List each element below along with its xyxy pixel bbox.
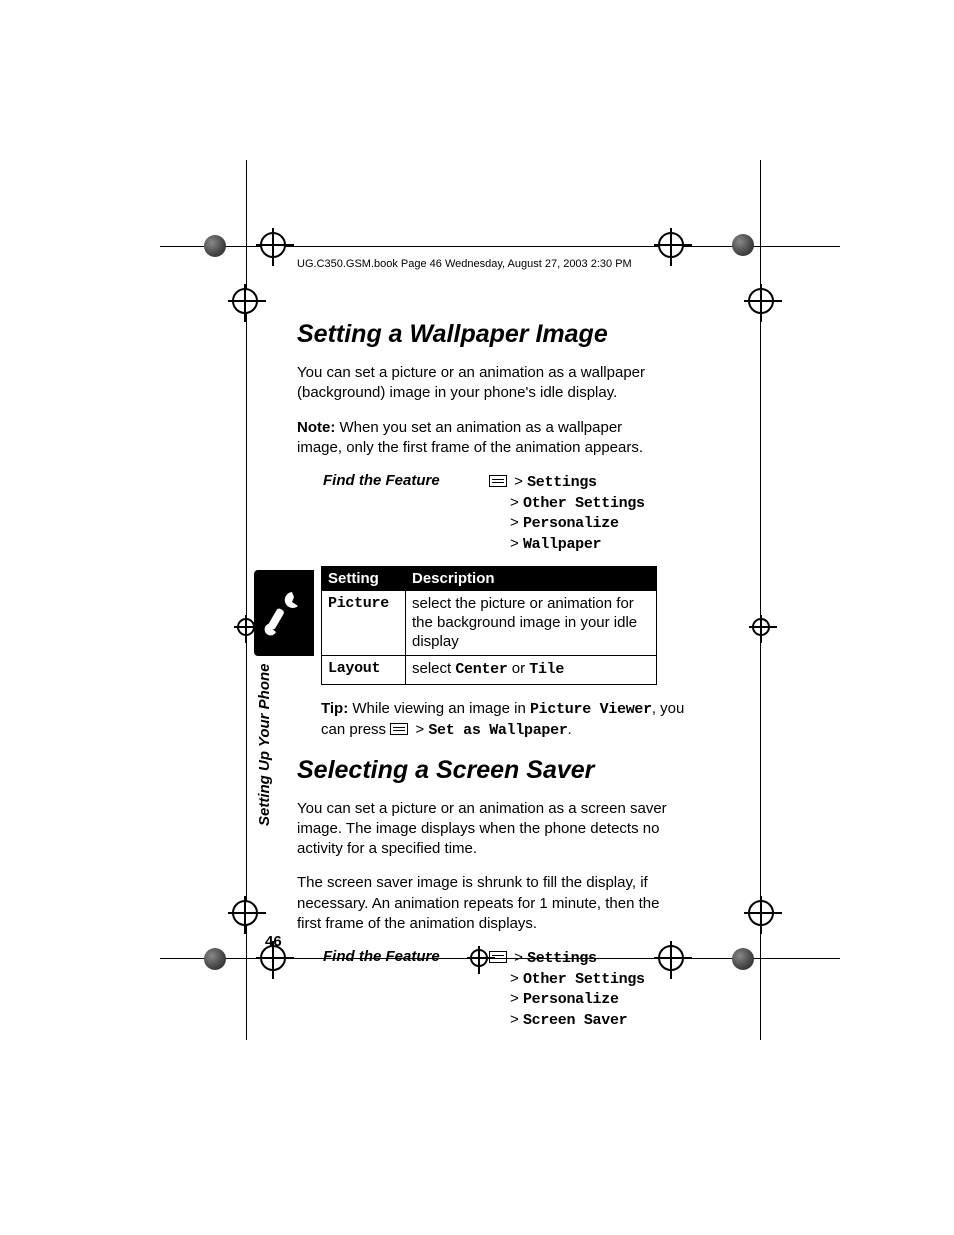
registration-mark bbox=[237, 618, 255, 636]
registration-mark bbox=[232, 288, 258, 314]
find-feature-label: Find the Feature bbox=[323, 472, 489, 489]
cell-setting: Picture bbox=[322, 591, 406, 656]
page: UG.C350.GSM.book Page 46 Wednesday, Augu… bbox=[0, 0, 954, 1235]
th-setting: Setting bbox=[322, 567, 406, 591]
table-row: Layout select Center or Tile bbox=[322, 656, 657, 685]
print-dot bbox=[732, 234, 754, 256]
body-text: You can set a picture or an animation as… bbox=[297, 799, 667, 860]
registration-mark bbox=[260, 232, 286, 258]
registration-mark bbox=[658, 232, 684, 258]
registration-mark bbox=[748, 288, 774, 314]
registration-mark bbox=[232, 900, 258, 926]
menu-key-icon bbox=[390, 723, 408, 735]
section-heading-wallpaper: Setting a Wallpaper Image bbox=[297, 320, 731, 349]
registration-mark bbox=[748, 900, 774, 926]
cell-description: select Center or Tile bbox=[406, 656, 657, 685]
settings-table: Setting Description Picture select the p… bbox=[321, 566, 657, 685]
print-dot bbox=[204, 235, 226, 257]
body-text: The screen saver image is shrunk to fill… bbox=[297, 873, 667, 934]
tip-label: Tip: bbox=[321, 700, 348, 717]
cell-description: select the picture or animation for the … bbox=[406, 591, 657, 656]
th-description: Description bbox=[406, 567, 657, 591]
find-feature-label: Find the Feature bbox=[323, 948, 489, 965]
find-feature-row: Find the Feature > Settings > Other Sett… bbox=[297, 472, 731, 554]
table-row: Picture select the picture or animation … bbox=[322, 591, 657, 656]
section-heading-screensaver: Selecting a Screen Saver bbox=[297, 756, 731, 785]
menu-path: > Settings > Other Settings > Personaliz… bbox=[489, 472, 645, 554]
print-dot bbox=[204, 948, 226, 970]
registration-mark bbox=[752, 618, 770, 636]
print-dot bbox=[732, 948, 754, 970]
menu-key-icon bbox=[489, 475, 507, 487]
body-text: You can set a picture or an animation as… bbox=[297, 363, 667, 404]
menu-key-icon bbox=[489, 951, 507, 963]
cell-setting: Layout bbox=[322, 656, 406, 685]
find-feature-row: Find the Feature > Settings > Other Sett… bbox=[297, 948, 731, 1030]
page-number: 46 bbox=[265, 933, 282, 950]
menu-path: > Settings > Other Settings > Personaliz… bbox=[489, 948, 645, 1030]
tip-text: Tip: While viewing an image in Picture V… bbox=[321, 699, 691, 742]
content-area: UG.C350.GSM.book Page 46 Wednesday, Augu… bbox=[297, 258, 731, 1042]
side-section-label: Setting Up Your Phone bbox=[256, 663, 273, 826]
note-text: Note: When you set an animation as a wal… bbox=[297, 418, 667, 459]
note-label: Note: bbox=[297, 419, 335, 436]
running-header: UG.C350.GSM.book Page 46 Wednesday, Augu… bbox=[297, 258, 731, 270]
